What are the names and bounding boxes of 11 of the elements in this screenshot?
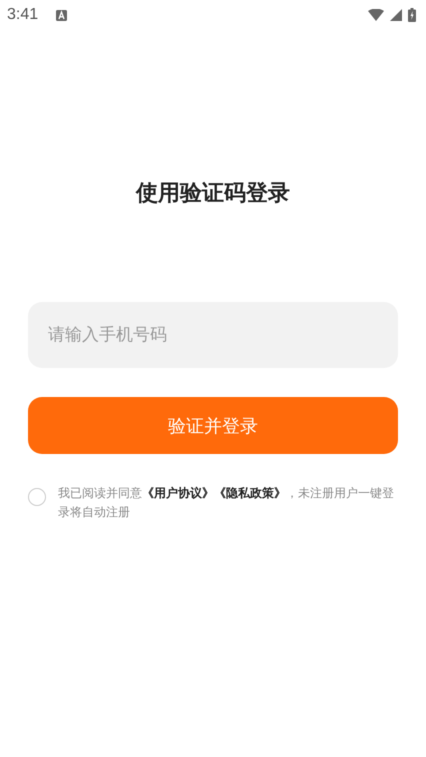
agreement-text: 我已阅读并同意《用户协议》《隐私政策》，未注册用户一键登录将自动注册 (58, 485, 395, 521)
wifi-icon (368, 9, 384, 21)
agreement-checkbox[interactable] (28, 488, 46, 506)
status-time: 3:41 (7, 6, 38, 24)
battery-charging-icon (408, 8, 416, 22)
phone-input-field[interactable]: 请输入手机号码 (28, 302, 398, 368)
page-title: 使用验证码登录 (136, 180, 290, 208)
signal-icon (390, 9, 402, 21)
agreement-link[interactable]: 《用户协议》 (142, 486, 214, 500)
notification-icon (56, 10, 68, 20)
agreement-link[interactable]: 《隐私政策》 (214, 486, 286, 500)
